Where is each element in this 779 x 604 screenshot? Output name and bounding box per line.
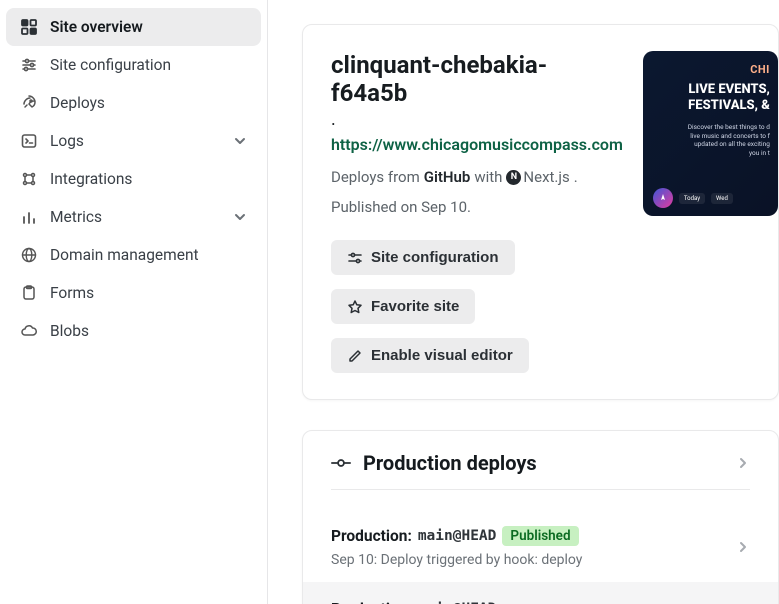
sidebar-item-deploys[interactable]: Deploys: [6, 84, 261, 122]
compass-icon: [653, 188, 673, 208]
bar-chart-icon: [20, 208, 38, 226]
sidebar-item-domain-management[interactable]: Domain management: [6, 236, 261, 274]
published-date: Published on Sep 10.: [331, 198, 623, 216]
framework-badge: N Next.js: [506, 168, 569, 186]
commit-icon: [331, 455, 351, 471]
sidebar-item-label: Integrations: [50, 170, 247, 188]
main-content: clinquant-chebakia-f64a5b . https://www.…: [268, 0, 779, 604]
sidebar-item-site-overview[interactable]: Site overview: [6, 8, 261, 46]
sidebar-item-label: Deploys: [50, 94, 247, 112]
deploy-row-content: Production: main@HEAD Published Sep 10: …: [331, 526, 736, 568]
site-name: clinquant-chebakia-f64a5b: [331, 51, 623, 107]
sidebar-item-site-configuration[interactable]: Site configuration: [6, 46, 261, 84]
sidebar-item-label: Metrics: [50, 208, 233, 226]
sidebar-item-logs[interactable]: Logs: [6, 122, 261, 160]
terminal-icon: [20, 132, 38, 150]
sidebar-item-forms[interactable]: Forms: [6, 274, 261, 312]
rocket-icon: [20, 94, 38, 112]
sidebar: Site overview Site configuration Deploys: [0, 0, 268, 604]
chevron-right-icon: [736, 540, 750, 554]
sidebar-item-blobs[interactable]: Blobs: [6, 312, 261, 350]
git-ref: main@HEAD: [418, 528, 497, 544]
section-title: Production deploys: [363, 451, 736, 475]
sidebar-item-metrics[interactable]: Metrics: [6, 198, 261, 236]
sidebar-item-label: Site configuration: [50, 56, 247, 74]
favorite-site-button[interactable]: Favorite site: [331, 289, 475, 324]
deploy-subtitle: Sep 10: Deploy triggered by hook: deploy: [331, 552, 736, 568]
production-deploys-card: Production deploys Production: main@HEAD…: [302, 430, 779, 604]
sidebar-item-integrations[interactable]: Integrations: [6, 160, 261, 198]
deploy-title: Production: main@HEAD Published: [331, 526, 736, 546]
separator-dot: .: [331, 111, 623, 129]
deploy-row[interactable]: Production: main@HEAD Sep 9: Deploy trig…: [303, 582, 778, 604]
published-badge: Published: [502, 526, 578, 546]
sidebar-item-label: Forms: [50, 284, 247, 302]
chevron-right-icon: [736, 456, 750, 470]
sliders-icon: [20, 56, 38, 74]
clipboard-icon: [20, 284, 38, 302]
dashboard-icon: [20, 18, 38, 36]
site-overview-card: clinquant-chebakia-f64a5b . https://www.…: [302, 24, 779, 400]
chevron-down-icon: [233, 210, 247, 224]
preview-subtitle: Discover the best things to d live music…: [657, 123, 770, 157]
globe-icon: [20, 246, 38, 264]
deploy-source-info: Deploys from GitHub with N Next.js .: [331, 168, 623, 186]
deploy-source: GitHub: [424, 168, 471, 186]
sidebar-item-label: Site overview: [50, 18, 247, 36]
sliders-icon: [347, 250, 363, 266]
star-icon: [347, 299, 363, 315]
puzzle-icon: [20, 170, 38, 188]
sidebar-item-label: Logs: [50, 132, 233, 150]
overview-info: clinquant-chebakia-f64a5b . https://www.…: [331, 51, 623, 373]
site-configuration-button[interactable]: Site configuration: [331, 240, 515, 275]
sidebar-item-label: Blobs: [50, 322, 247, 340]
pencil-icon: [347, 348, 363, 364]
action-buttons: Site configuration Favorite site: [331, 240, 623, 373]
preview-footer: Today Wed: [653, 188, 774, 208]
nextjs-icon: N: [506, 170, 521, 185]
enable-visual-editor-button[interactable]: Enable visual editor: [331, 338, 529, 373]
production-deploys-header[interactable]: Production deploys: [303, 431, 778, 489]
deploy-title: Production: main@HEAD: [331, 600, 736, 604]
deploy-row[interactable]: Production: main@HEAD Published Sep 10: …: [303, 508, 778, 582]
cloud-icon: [20, 322, 38, 340]
sidebar-item-label: Domain management: [50, 246, 247, 264]
deploy-row-content: Production: main@HEAD Sep 9: Deploy trig…: [331, 600, 736, 604]
preview-headline: LIVE EVENTS, FESTIVALS, &: [657, 82, 770, 113]
site-preview-thumbnail[interactable]: CHI LIVE EVENTS, FESTIVALS, & Discover t…: [643, 51, 778, 216]
site-url-link[interactable]: https://www.chicagomusiccompass.com: [331, 135, 623, 154]
chevron-down-icon: [233, 134, 247, 148]
preview-brand: CHI: [657, 63, 770, 76]
